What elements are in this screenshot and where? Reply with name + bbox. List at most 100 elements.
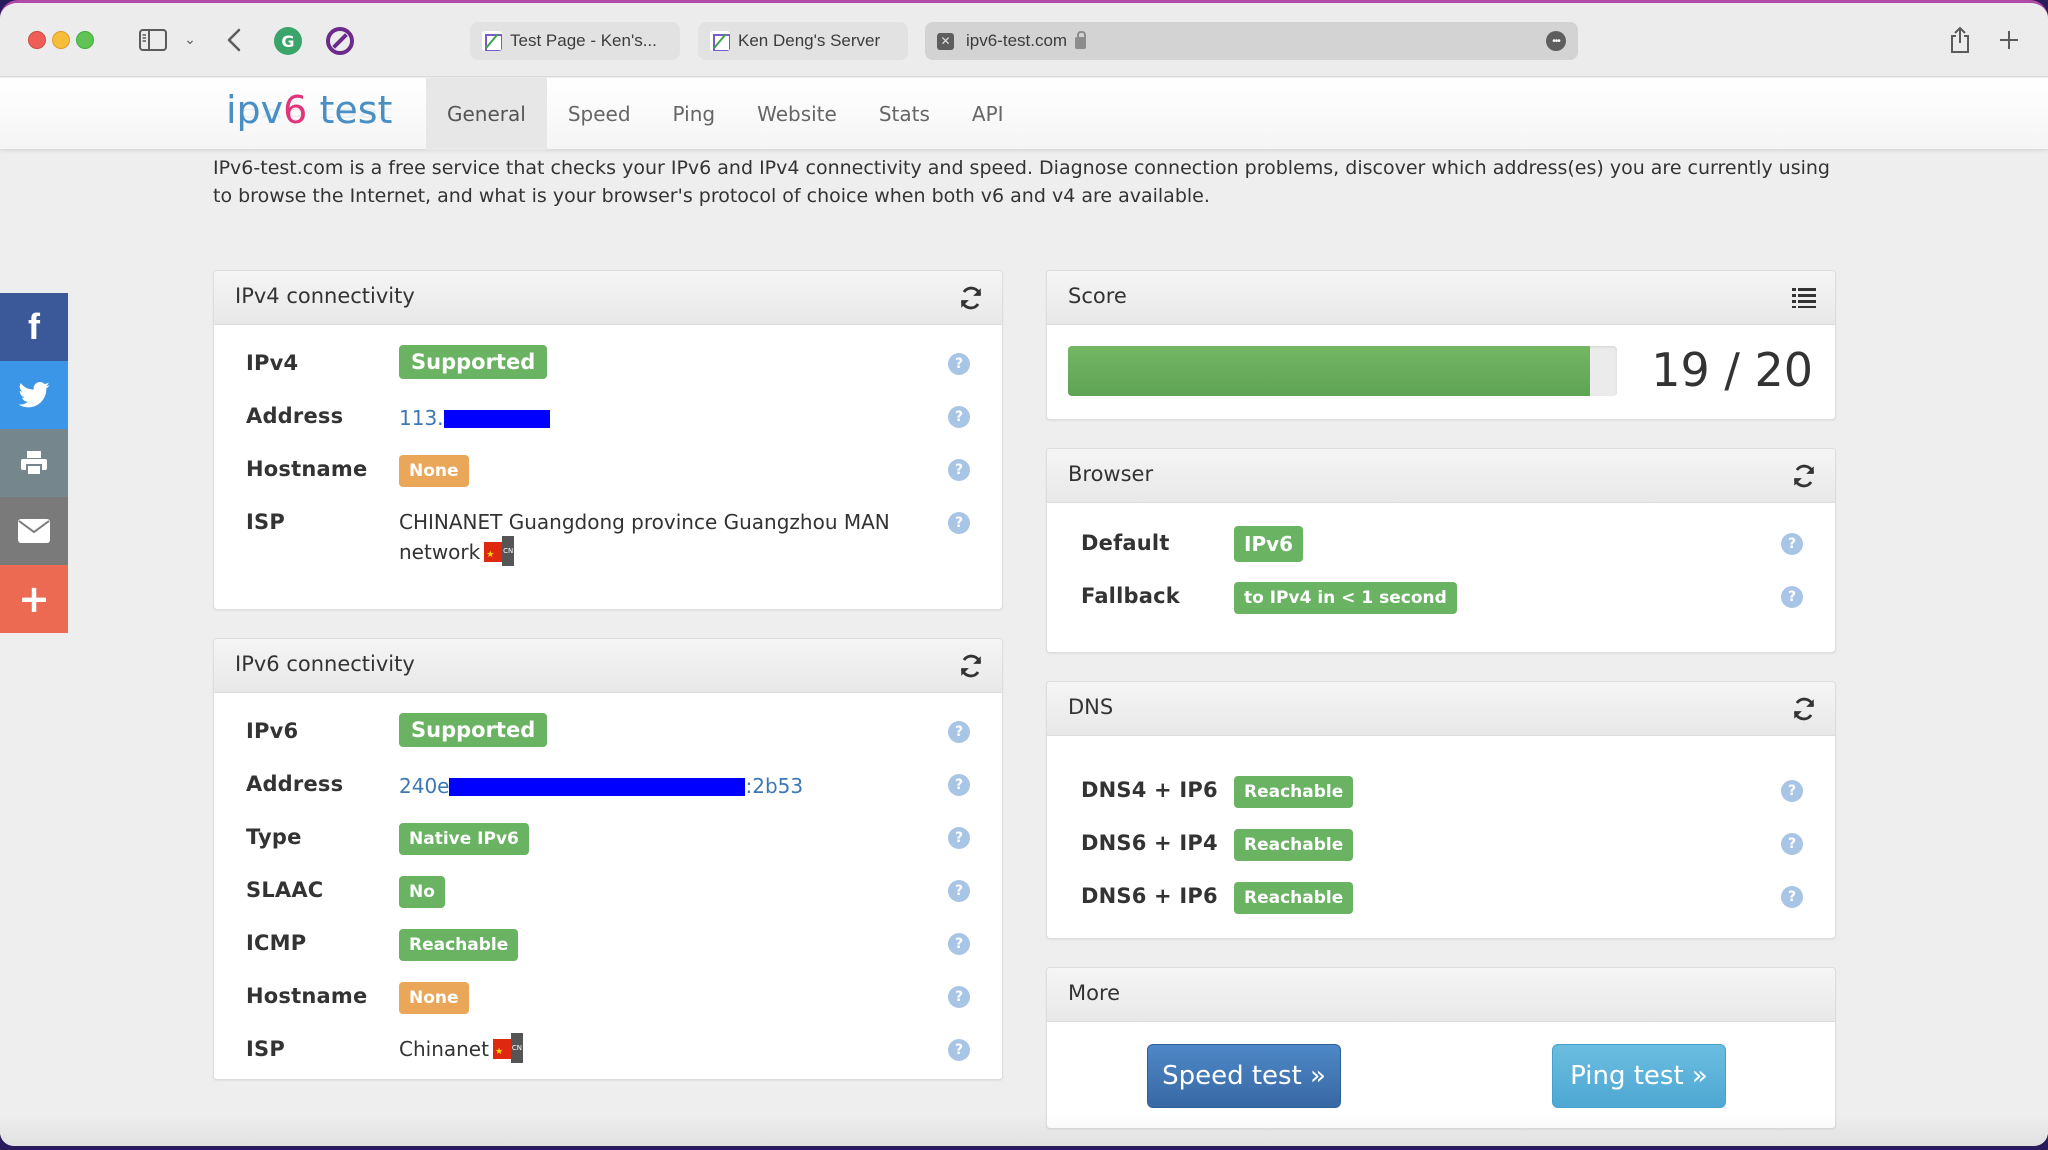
- panel-header: Score: [1047, 271, 1835, 325]
- ipv6-support-row: IPv6 Supported ?: [246, 713, 972, 753]
- china-flag-icon: [484, 535, 515, 570]
- logo-reflection-prefix: ipv: [226, 104, 284, 124]
- site-favicon-icon: [482, 31, 502, 51]
- envelope-icon: [18, 519, 50, 543]
- isp-name: CHINANET Guangdong province Guangzhou MA…: [399, 510, 890, 564]
- ipv4-address-row: Address 113. ?: [246, 398, 972, 438]
- panel-title: More: [1068, 981, 1121, 1005]
- address-bar-url[interactable]: ipv6-test.com: [966, 31, 1067, 51]
- ipv6-slaac-row: SLAAC No ?: [246, 872, 972, 912]
- close-tab-icon[interactable]: ✕: [937, 32, 954, 50]
- refresh-icon[interactable]: [958, 285, 984, 311]
- nav-speed[interactable]: Speed: [547, 78, 652, 150]
- ipv4-isp-row: ISP CHINANET Guangdong province Guangzho…: [246, 504, 972, 574]
- nav-ping[interactable]: Ping: [652, 78, 737, 150]
- share-icon[interactable]: [1948, 25, 1972, 55]
- minimize-window-button[interactable]: [52, 31, 70, 49]
- row-value: Chinanet: [399, 1032, 523, 1067]
- zoom-window-button[interactable]: [76, 31, 94, 49]
- row-value: Reachable: [1234, 829, 1354, 861]
- help-icon[interactable]: ?: [948, 986, 970, 1008]
- ipv6-address-prefix[interactable]: 240e: [399, 774, 449, 798]
- row-label: DNS4 + IP6: [1081, 778, 1218, 802]
- email-share-button[interactable]: [0, 497, 68, 565]
- help-icon[interactable]: ?: [948, 933, 970, 955]
- ipv6-hostname-row: Hostname None ?: [246, 978, 972, 1018]
- nav-general[interactable]: General: [426, 78, 547, 150]
- new-tab-plus-icon[interactable]: [1996, 25, 2022, 55]
- twitter-share-button[interactable]: [0, 361, 68, 429]
- row-label: Type: [246, 825, 302, 849]
- speed-test-button[interactable]: Speed test »: [1147, 1044, 1341, 1108]
- tab-test-page[interactable]: Test Page - Ken's...: [470, 22, 680, 60]
- nav-api[interactable]: API: [951, 78, 1025, 150]
- help-icon[interactable]: ?: [1781, 886, 1803, 908]
- facebook-share-button[interactable]: f: [0, 293, 68, 361]
- help-icon[interactable]: ?: [948, 406, 970, 428]
- plus-icon: +: [18, 577, 50, 621]
- dns-row: DNS4 + IP6 Reachable ?: [1081, 772, 1805, 812]
- refresh-icon[interactable]: [1791, 463, 1817, 489]
- help-icon[interactable]: ?: [948, 512, 970, 534]
- help-icon[interactable]: ?: [948, 459, 970, 481]
- browser-toolbar: ⌄ G Test Page - Ken's... Ken Deng's Serv…: [0, 3, 2048, 77]
- panel-header: IPv4 connectivity: [214, 271, 1002, 325]
- more-share-button[interactable]: +: [0, 565, 68, 633]
- reachable-badge: Reachable: [399, 929, 519, 961]
- help-icon[interactable]: ?: [948, 827, 970, 849]
- reachable-badge: Reachable: [1234, 882, 1354, 914]
- help-icon[interactable]: ?: [1781, 833, 1803, 855]
- help-icon[interactable]: ?: [948, 880, 970, 902]
- tab-title: Ken Deng's Server: [738, 31, 881, 50]
- tab-ipv6-test[interactable]: ✕ ipv6-test.com •••: [925, 22, 1578, 60]
- help-icon[interactable]: ?: [948, 353, 970, 375]
- help-icon[interactable]: ?: [1781, 586, 1803, 608]
- close-window-button[interactable]: [28, 31, 46, 49]
- browser-default-row: Default IPv6 ?: [1081, 525, 1805, 565]
- bottom-shadow: [0, 1113, 2048, 1146]
- back-button[interactable]: [222, 25, 246, 55]
- help-icon[interactable]: ?: [948, 1039, 970, 1061]
- ipv4-address-link[interactable]: 113.: [399, 406, 444, 430]
- ipv4-connectivity-panel: IPv4 connectivity IPv4 Supported ? Addre…: [213, 270, 1003, 610]
- help-icon[interactable]: ?: [1781, 533, 1803, 555]
- main-nav: General Speed Ping Website Stats API: [426, 78, 1025, 150]
- grammarly-extension-icon[interactable]: G: [274, 27, 302, 55]
- dns-row: DNS6 + IP4 Reachable ?: [1081, 825, 1805, 865]
- block-extension-icon[interactable]: [326, 27, 354, 55]
- none-badge: None: [399, 982, 469, 1014]
- refresh-icon[interactable]: [1791, 696, 1817, 722]
- refresh-icon[interactable]: [958, 653, 984, 679]
- panel-header: More: [1047, 968, 1835, 1022]
- row-label: Address: [246, 772, 344, 796]
- nav-stats[interactable]: Stats: [858, 78, 951, 150]
- score-progress-bar: [1068, 346, 1617, 396]
- more-options-icon[interactable]: •••: [1546, 31, 1566, 51]
- nav-website[interactable]: Website: [736, 78, 858, 150]
- ping-test-button[interactable]: Ping test »: [1552, 1044, 1726, 1108]
- row-label: Hostname: [246, 984, 368, 1008]
- help-icon[interactable]: ?: [948, 774, 970, 796]
- china-flag-icon: [492, 1032, 523, 1067]
- tab-ken-deng-server[interactable]: Ken Deng's Server: [698, 22, 908, 60]
- help-icon[interactable]: ?: [1781, 780, 1803, 802]
- chevron-down-icon[interactable]: ⌄: [182, 25, 198, 55]
- ipv6-address-row: Address 240e :2b53 ?: [246, 766, 972, 806]
- browser-fallback-row: Fallback to IPv4 in < 1 second ?: [1081, 578, 1805, 618]
- reachable-badge: Reachable: [1234, 776, 1354, 808]
- logo-reflection-six: 6: [283, 104, 308, 124]
- ipv4-support-row: IPv4 Supported ?: [246, 345, 972, 385]
- print-button[interactable]: [0, 429, 68, 497]
- panel-header: DNS: [1047, 682, 1835, 736]
- list-icon[interactable]: [1791, 285, 1817, 311]
- print-icon: [21, 451, 47, 476]
- row-label: ICMP: [246, 931, 307, 955]
- help-icon[interactable]: ?: [948, 721, 970, 743]
- sidebar-icon[interactable]: [138, 25, 168, 55]
- row-value: 113.: [399, 398, 550, 438]
- redacted-block: [449, 777, 746, 796]
- ipv6-address-suffix[interactable]: :2b53: [745, 774, 803, 798]
- dns-panel: DNS DNS4 + IP6 Reachable ? DNS6 + IP4 Re…: [1046, 681, 1836, 939]
- row-label: SLAAC: [246, 878, 324, 902]
- ipv6-badge: IPv6: [1234, 526, 1304, 562]
